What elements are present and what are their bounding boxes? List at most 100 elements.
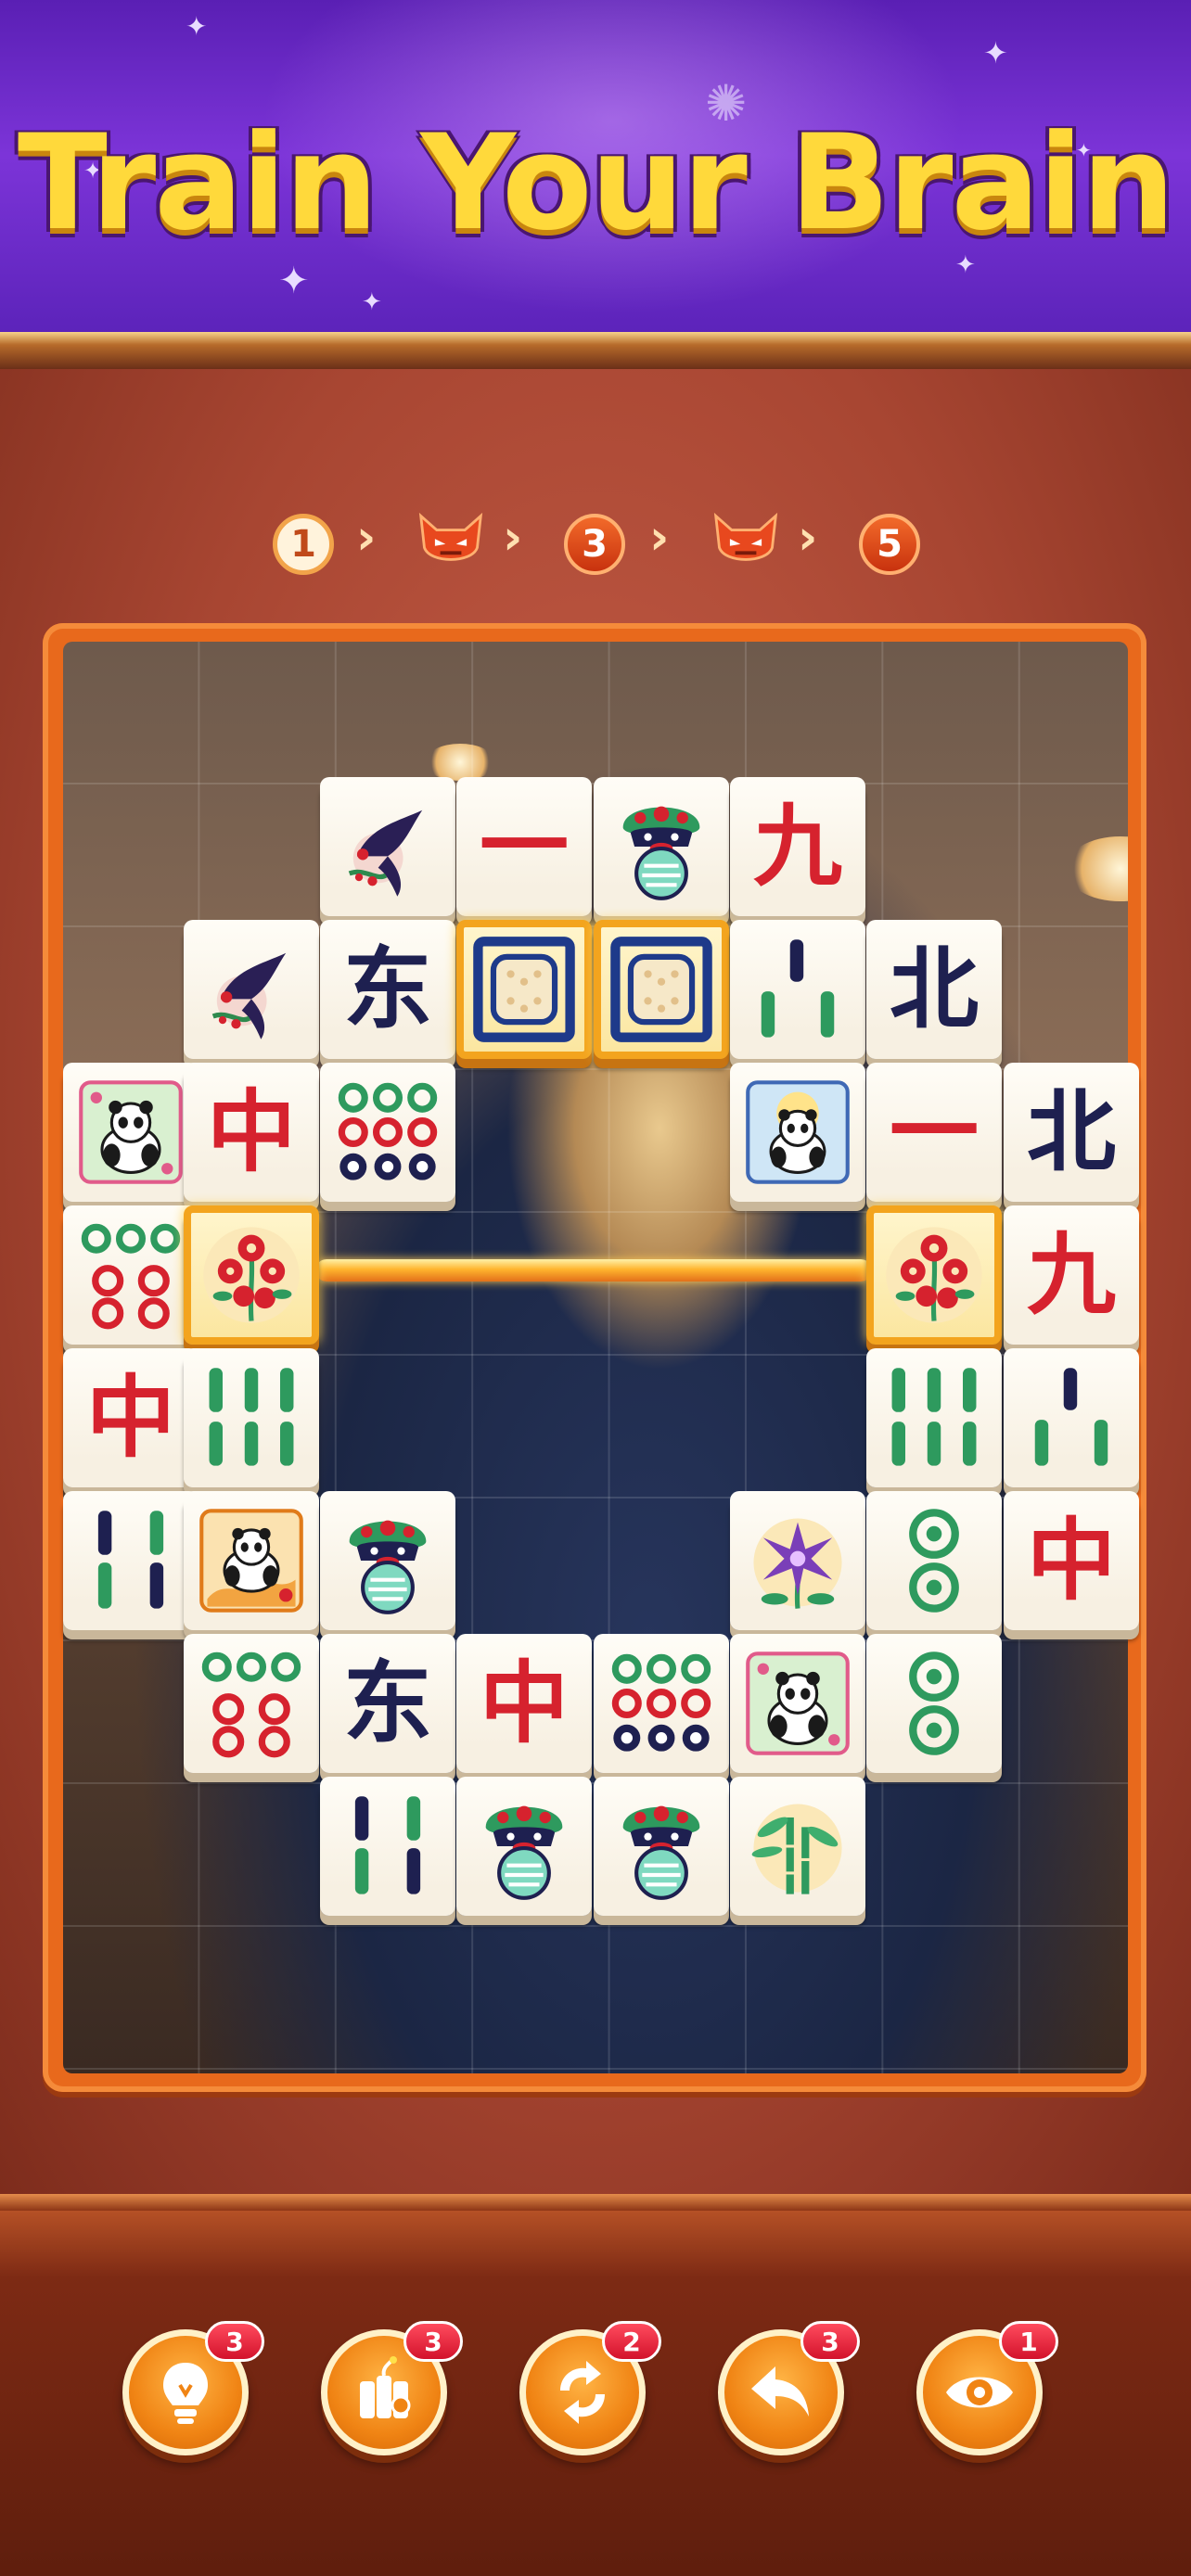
- banner-trim: [0, 332, 1191, 369]
- shuffle-count-badge: 2: [602, 2321, 661, 2362]
- tile-bamboo-3[interactable]: [1004, 1348, 1139, 1487]
- hint-button[interactable]: 3: [122, 2321, 264, 2455]
- firecracker-button[interactable]: 3: [321, 2321, 463, 2455]
- flower-icon: [877, 1218, 992, 1333]
- panda-icon: [73, 1075, 188, 1190]
- level-separator: ›: [649, 510, 670, 566]
- dots-icon: [194, 1646, 309, 1761]
- boss-level-node: [416, 512, 486, 569]
- tile-character[interactable]: 东: [320, 1634, 455, 1773]
- tile-bamboo-6[interactable]: [866, 1348, 1002, 1487]
- tile-panda[interactable]: [730, 1634, 865, 1773]
- tile-character[interactable]: 中: [456, 1634, 592, 1773]
- header-banner: ✦ ✦ ✦ ✦ ✦ ✺ ✦ ✦ Train Your Brain: [0, 0, 1191, 345]
- tile-bamboo-4[interactable]: [63, 1491, 198, 1630]
- shuffle-button[interactable]: 2: [519, 2321, 661, 2455]
- tile-dots-6[interactable]: [594, 1634, 729, 1773]
- bird-icon: [194, 932, 309, 1047]
- tile-character[interactable]: 一: [866, 1063, 1002, 1202]
- dots-icon: [604, 1646, 719, 1761]
- tile-panda[interactable]: [184, 1491, 319, 1630]
- lily-icon: [740, 1503, 855, 1618]
- bamboo-sticks-icon: [877, 1360, 992, 1475]
- reveal-button[interactable]: 1: [916, 2321, 1058, 2455]
- tile-dots-2[interactable]: [866, 1634, 1002, 1773]
- flower-icon: [194, 1218, 309, 1333]
- bamboo-sticks-icon: [194, 1360, 309, 1475]
- panda-icon: [194, 1503, 309, 1618]
- lion-mask-icon: [467, 1789, 582, 1904]
- tile-character[interactable]: 中: [1004, 1491, 1139, 1630]
- sparkle-icon: ✦: [278, 261, 310, 301]
- tile-bamboo-plant[interactable]: [730, 1777, 865, 1916]
- dots-icon: [73, 1218, 188, 1333]
- tile-dots-6[interactable]: [184, 1634, 319, 1773]
- tile-circle-square-selected[interactable]: [456, 920, 592, 1059]
- firecracker-count-badge: 3: [403, 2321, 463, 2362]
- bamboo-sticks-icon: [73, 1503, 188, 1618]
- tile-bird[interactable]: [320, 777, 455, 916]
- tile-panda[interactable]: [730, 1063, 865, 1202]
- tile-character[interactable]: 东: [320, 920, 455, 1059]
- level-separator: ›: [356, 510, 377, 566]
- level-separator: ›: [503, 510, 523, 566]
- tile-character[interactable]: 九: [1004, 1205, 1139, 1345]
- level-node-5: 5: [859, 514, 920, 575]
- devil-mask-icon: [711, 512, 781, 569]
- level-node-3: 3: [564, 514, 625, 575]
- firecracker-icon: [360, 2356, 411, 2418]
- undo-count-badge: 3: [800, 2321, 860, 2362]
- tile-bamboo-4[interactable]: [320, 1777, 455, 1916]
- tile-lion[interactable]: [594, 777, 729, 916]
- tile-dots-6[interactable]: [63, 1205, 198, 1345]
- tile-character[interactable]: 北: [1004, 1063, 1139, 1202]
- bamboo-plant-icon: [740, 1789, 855, 1904]
- tile-flower-selected[interactable]: [866, 1205, 1002, 1345]
- tile-dots-6[interactable]: [320, 1063, 455, 1202]
- undo-arrow-icon: [751, 2366, 809, 2417]
- sparkle-icon: ✦: [362, 287, 382, 315]
- level-progress: 1 › › 3 › › 5: [0, 508, 1191, 584]
- tile-lion[interactable]: [320, 1491, 455, 1630]
- circle-square-icon: [604, 932, 719, 1047]
- tile-flower-selected[interactable]: [184, 1205, 319, 1345]
- lightbulb-icon: [163, 2363, 208, 2424]
- dots-icon: [330, 1075, 445, 1190]
- reveal-count-badge: 1: [999, 2321, 1058, 2362]
- tile-lion[interactable]: [594, 1777, 729, 1916]
- eye-icon: [946, 2377, 1013, 2408]
- tile-lily[interactable]: [730, 1491, 865, 1630]
- undo-button[interactable]: 3: [718, 2321, 860, 2455]
- tile-bamboo-3[interactable]: [730, 920, 865, 1059]
- bamboo-sticks-icon: [330, 1789, 445, 1904]
- level-node-1: 1: [273, 514, 334, 575]
- hint-count-badge: 3: [205, 2321, 264, 2362]
- tile-character[interactable]: 中: [63, 1348, 198, 1487]
- bamboo-sticks-icon: [740, 932, 855, 1047]
- devil-mask-icon: [416, 512, 486, 569]
- lion-mask-icon: [330, 1503, 445, 1618]
- lion-mask-icon: [604, 1789, 719, 1904]
- level-separator: ›: [798, 510, 818, 566]
- tile-dots-2[interactable]: [866, 1491, 1002, 1630]
- tile-lion[interactable]: [456, 1777, 592, 1916]
- tile-circle-square-selected[interactable]: [594, 920, 729, 1059]
- page-title: Train Your Brain: [17, 107, 1175, 260]
- tile-bird[interactable]: [184, 920, 319, 1059]
- tile-character[interactable]: 九: [730, 777, 865, 916]
- circle-square-icon: [467, 932, 582, 1047]
- panda-icon: [740, 1646, 855, 1761]
- toolbar-trim: [0, 2194, 1191, 2211]
- lion-mask-icon: [604, 789, 719, 904]
- tile-panda[interactable]: [63, 1063, 198, 1202]
- match-connector-line: [315, 1259, 872, 1282]
- shuffle-icon: [560, 2361, 605, 2424]
- tile-character[interactable]: 一: [456, 777, 592, 916]
- tile-bamboo-6[interactable]: [184, 1348, 319, 1487]
- tile-character[interactable]: 北: [866, 920, 1002, 1059]
- tile-character[interactable]: 中: [184, 1063, 319, 1202]
- bird-icon: [330, 789, 445, 904]
- sparkle-icon: ✦: [983, 36, 1008, 70]
- panda-icon: [740, 1075, 855, 1190]
- dots-icon: [877, 1646, 992, 1761]
